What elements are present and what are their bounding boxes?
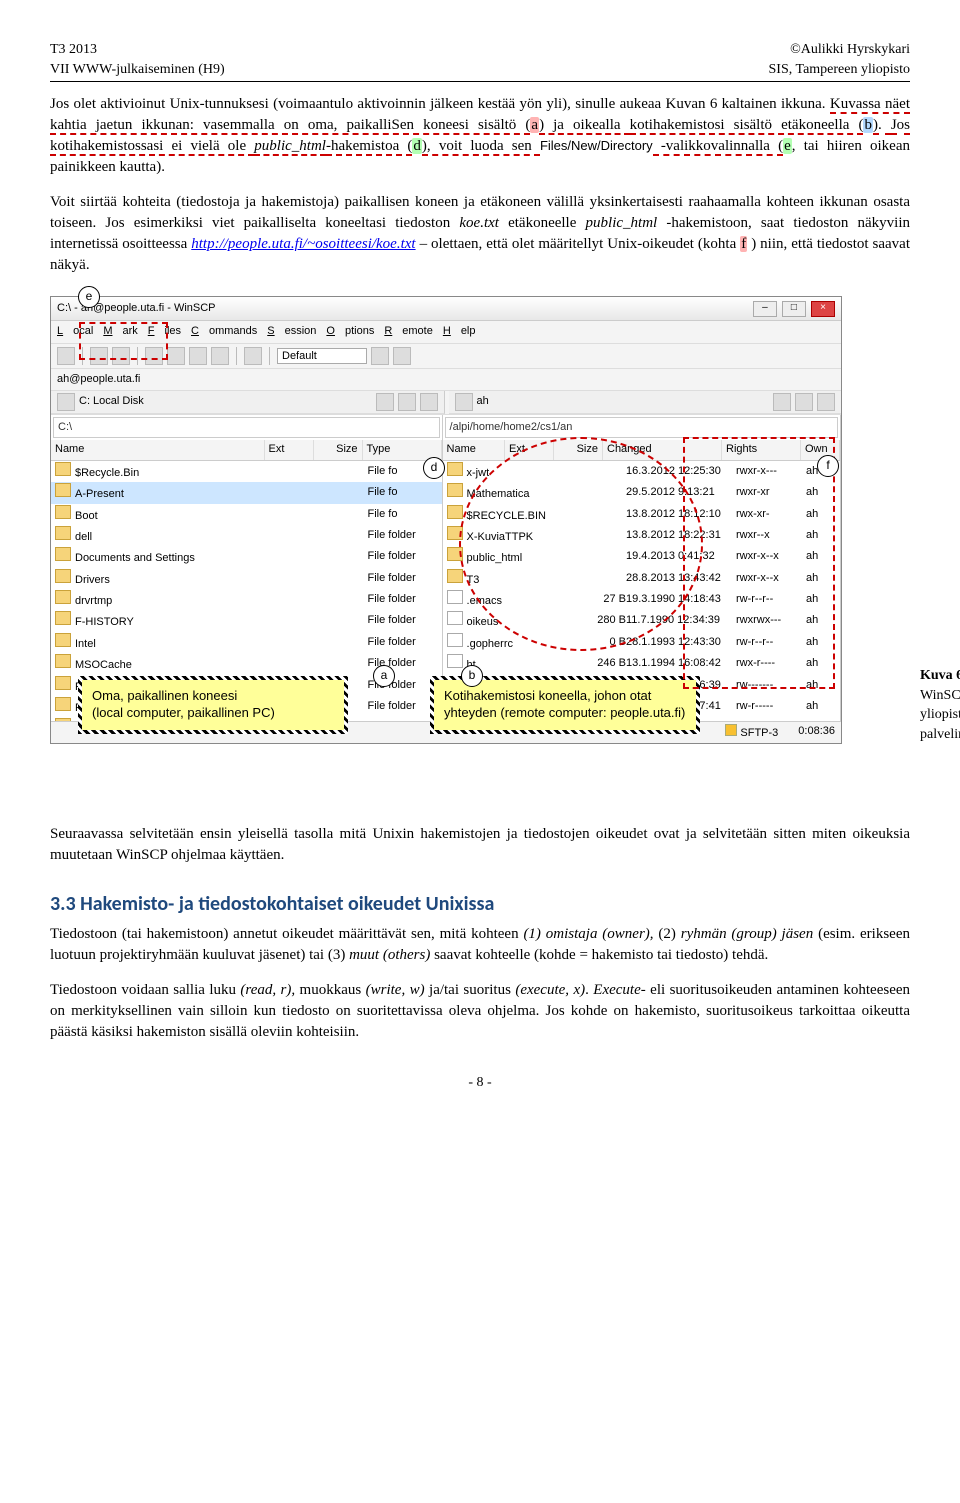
tool-icon[interactable] [371, 347, 389, 365]
column-header[interactable]: Size [554, 440, 603, 459]
lock-icon [725, 724, 737, 736]
minimize-button[interactable]: – [753, 301, 777, 317]
menu-local[interactable]: Local [57, 325, 93, 337]
nav-icon[interactable] [817, 393, 835, 411]
remote-row[interactable]: Mathematica29.5.2012 9:13:21rwxr-xrah [443, 482, 840, 503]
nav-icon[interactable] [398, 393, 416, 411]
remote-row[interactable]: public_html19.4.2013 0:41:32rwxr-x--xah [443, 546, 840, 567]
local-row[interactable]: Documents and SettingsFile folder [51, 546, 442, 567]
local-row[interactable]: BootFile fo [51, 504, 442, 525]
column-header[interactable]: Name [51, 440, 265, 459]
session-tab[interactable]: ah@people.uta.fi [51, 369, 841, 391]
page-header: T3 2013 VII WWW-julkaiseminen (H9) ©Auli… [50, 40, 910, 82]
remote-headers[interactable]: NameExtSizeChangedRightsOwn [443, 440, 840, 460]
local-row[interactable]: IntelFile folder [51, 632, 442, 653]
tool-icon[interactable] [211, 347, 229, 365]
local-row[interactable]: drvrtmpFile folder [51, 589, 442, 610]
local-headers[interactable]: NameExtSizeType [51, 440, 442, 460]
remote-row[interactable]: .gopherrc0 B28.1.1993 12:43:30rw-r--r--a… [443, 632, 840, 653]
remote-pane[interactable]: /alpi/home/home2/cs1/an NameExtSizeChang… [443, 415, 841, 721]
local-row[interactable]: $Recycle.BinFile fo [51, 461, 442, 482]
tool-icon[interactable] [167, 347, 185, 365]
menu-remote[interactable]: Remote [384, 325, 433, 337]
tool-icon[interactable] [393, 347, 411, 365]
figure-6: e C:\ - ah@people.uta.fi - WinSCP – □ × … [50, 296, 910, 744]
column-header[interactable]: Ext [505, 440, 554, 459]
drive-icon [57, 393, 75, 411]
profile-dropdown[interactable] [277, 348, 367, 364]
local-path[interactable]: C:\ [53, 417, 440, 438]
column-header[interactable]: Name [443, 440, 505, 459]
close-button[interactable]: × [811, 301, 835, 317]
nav-icon[interactable] [795, 393, 813, 411]
window-titlebar[interactable]: C:\ - ah@people.uta.fi - WinSCP – □ × [51, 297, 841, 321]
remote-row[interactable]: T328.8.2013 13:43:42rwxr-x--xah [443, 568, 840, 589]
folder-icon [455, 393, 473, 411]
remote-row[interactable]: $RECYCLE.BIN13.8.2012 18:12:10rwx-xr-ah [443, 504, 840, 525]
tool-icon[interactable] [112, 347, 130, 365]
callout-a: Oma, paikallinen koneesi (local computer… [78, 676, 348, 734]
tool-icon[interactable] [57, 347, 75, 365]
header-topleft: T3 2013 [50, 40, 225, 60]
header-topright: ©Aulikki Hyrskykari [769, 40, 910, 60]
header-bottomright: SIS, Tampereen yliopisto [769, 60, 910, 80]
paragraph-2: Voit siirtää kohteita (tiedostoja ja hak… [50, 192, 910, 276]
tool-icon[interactable] [244, 347, 262, 365]
nav-icon[interactable] [376, 393, 394, 411]
local-location[interactable]: C: Local Disk [79, 394, 144, 409]
local-row[interactable]: DriversFile folder [51, 568, 442, 589]
remote-path[interactable]: /alpi/home/home2/cs1/an [445, 417, 838, 438]
paragraph-1: Jos olet aktivioinut Unix-tunnuksesi (vo… [50, 94, 910, 178]
page-number: - 8 - [50, 1073, 910, 1093]
local-row[interactable]: A-PresentFile fo [51, 482, 442, 503]
tool-icon[interactable] [189, 347, 207, 365]
menu-commands[interactable]: Commands [191, 325, 257, 337]
column-header[interactable]: Ext [265, 440, 314, 459]
menu-options[interactable]: Options [326, 325, 374, 337]
menubar[interactable]: Local Mark Files Commands Session Options Remo… [51, 321, 841, 343]
maximize-button[interactable]: □ [782, 301, 806, 317]
nav-icon[interactable] [773, 393, 791, 411]
column-header[interactable]: Size [314, 440, 363, 459]
column-header[interactable]: Rights [722, 440, 801, 459]
remote-location[interactable]: ah [477, 394, 489, 409]
remote-row[interactable]: X-KuviaTTPK13.8.2012 18:22:31rwxr--xah [443, 525, 840, 546]
remote-row[interactable]: x-jwt16.3.2012 12:25:30rwxr-x---ah [443, 461, 840, 482]
menu-help[interactable]: Help [443, 325, 476, 337]
paragraph-5: Tiedostoon voidaan sallia luku (read, r)… [50, 980, 910, 1043]
toolbar-1[interactable] [51, 344, 841, 369]
menu-mark[interactable]: Mark [103, 325, 137, 337]
local-row[interactable]: F-HISTORYFile folder [51, 610, 442, 631]
remote-row[interactable]: .emacs27 B19.3.1990 14:18:43rw-r--r--ah [443, 589, 840, 610]
paragraph-3: Seuraavassa selvitetään ensin yleisellä … [50, 824, 910, 866]
figure-caption: Kuva 6 WinSCP yhteys yliopiston people-p… [920, 666, 960, 744]
example-url[interactable]: http://people.uta.fi/~osoitteesi/koe.txt [191, 236, 415, 252]
nav-icon[interactable] [420, 393, 438, 411]
tool-icon[interactable] [90, 347, 108, 365]
column-header[interactable]: Changed [603, 440, 722, 459]
paragraph-4: Tiedostoon (tai hakemistoon) annetut oik… [50, 924, 910, 966]
heading-3-3: 3.3 Hakemisto- ja tiedostokohtaiset oike… [50, 890, 910, 918]
menu-session[interactable]: Session [267, 325, 316, 337]
tool-icon[interactable] [145, 347, 163, 365]
remote-row[interactable]: oikeus280 B11.7.1990 12:34:39rwxrwx---ah [443, 610, 840, 631]
remote-row[interactable]: ht246 B13.1.1994 16:08:42rwx-r----ah [443, 653, 840, 674]
local-row[interactable]: dellFile folder [51, 525, 442, 546]
header-bottomleft: VII WWW-julkaiseminen (H9) [50, 60, 225, 80]
menu-files[interactable]: Files [148, 325, 181, 337]
